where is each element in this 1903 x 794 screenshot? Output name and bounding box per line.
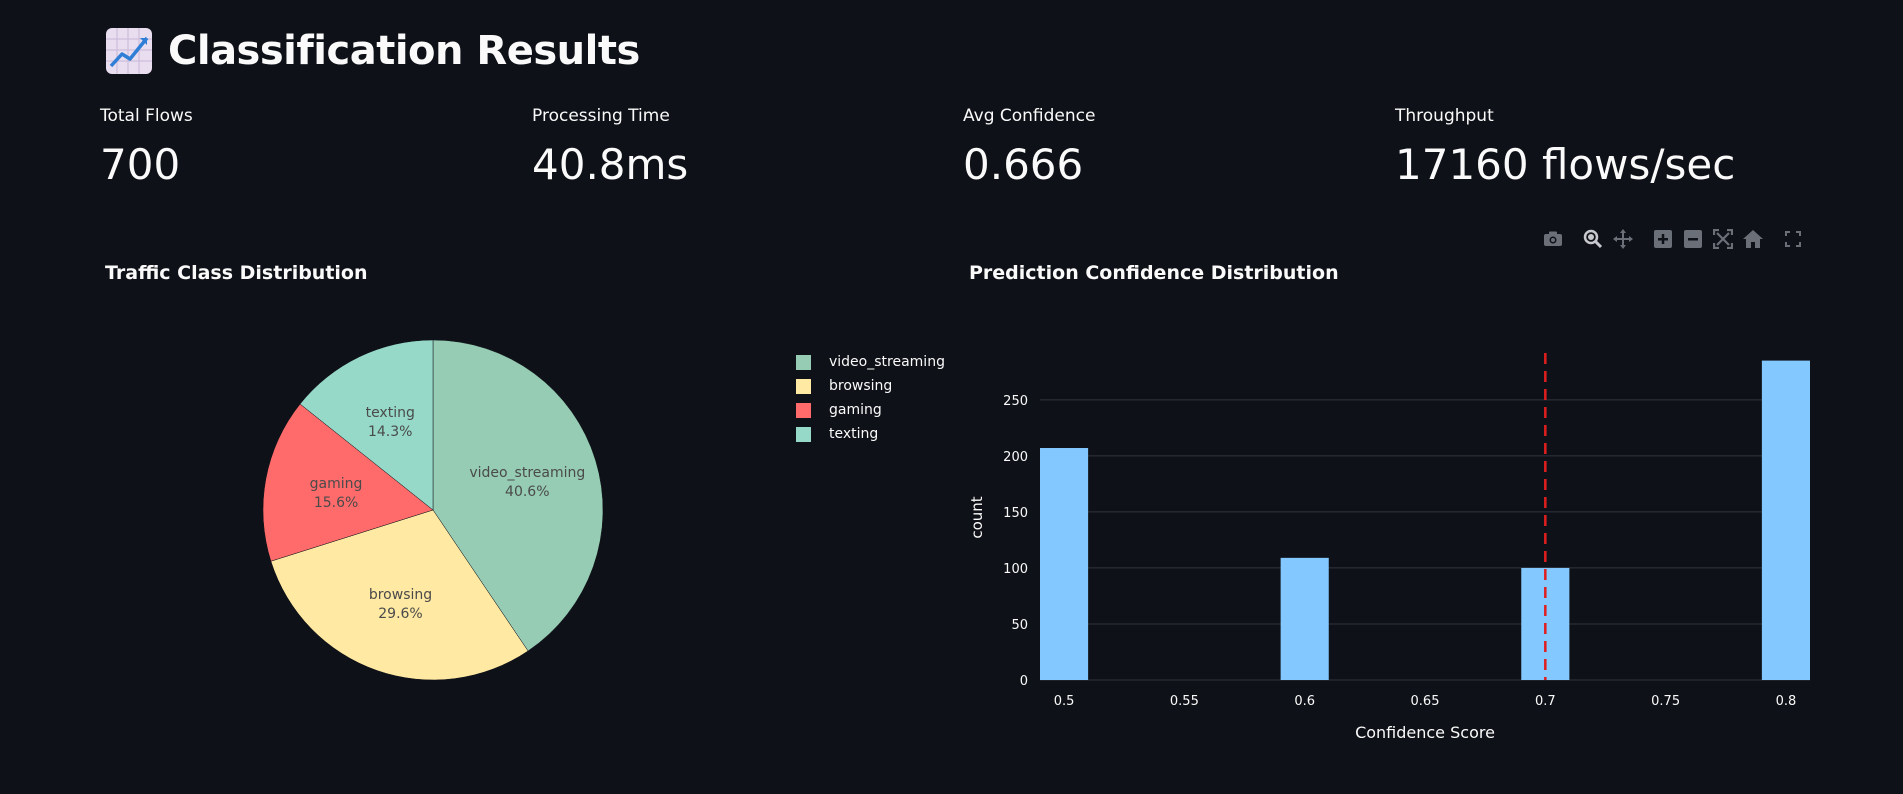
y-tick-label: 100	[1003, 562, 1028, 577]
page: Classification Results Total Flows 700 P…	[0, 0, 1903, 794]
metric-value: 17160 flows/sec	[1395, 140, 1736, 189]
metric-label: Throughput	[1395, 106, 1494, 126]
metric-value: 40.8ms	[532, 140, 689, 189]
zoom-out-icon[interactable]	[1678, 226, 1708, 252]
y-tick-label: 0	[1020, 674, 1028, 689]
chart-increasing-icon	[106, 28, 152, 74]
x-tick-label: 0.7	[1535, 694, 1556, 709]
metric-label: Total Flows	[100, 106, 193, 126]
pie-slice-label: gaming	[310, 476, 363, 492]
x-tick-label: 0.65	[1411, 694, 1440, 709]
histogram-bar[interactable]	[1040, 448, 1089, 680]
pan-icon[interactable]	[1608, 226, 1638, 252]
pie-slice-label: 29.6%	[378, 606, 422, 622]
metric-value: 0.666	[963, 140, 1084, 189]
legend-swatch	[796, 402, 811, 418]
legend-item[interactable]: browsing	[796, 374, 945, 398]
fullscreen-icon[interactable]	[1778, 226, 1808, 252]
autoscale-icon[interactable]	[1708, 226, 1738, 252]
y-tick-label: 250	[1003, 394, 1028, 409]
legend-swatch	[796, 378, 811, 394]
legend-item[interactable]: texting	[796, 422, 945, 446]
histogram-title: Prediction Confidence Distribution	[969, 262, 1339, 284]
y-tick-label: 150	[1003, 506, 1028, 521]
legend-label: video_streaming	[829, 354, 945, 370]
pie-slice-label: texting	[366, 405, 415, 421]
histogram-chart: 0 50 100 150 200 250 0.5 0.55 0.6 0.65 0.7 0.75 0.8 C…	[968, 353, 1810, 742]
pie-slice-label: 14.3%	[368, 424, 412, 440]
metric-total-flows: Total Flows 700	[100, 106, 193, 189]
pie-slice-label: browsing	[369, 587, 432, 603]
x-tick-label: 0.75	[1651, 694, 1680, 709]
x-tick-label: 0.55	[1170, 694, 1199, 709]
legend-swatch	[796, 354, 811, 370]
chart-modebar	[1538, 226, 1808, 252]
zoom-icon[interactable]	[1578, 226, 1608, 252]
page-title: Classification Results	[168, 28, 640, 74]
histogram-bar[interactable]	[1761, 360, 1810, 680]
pie-chart-title: Traffic Class Distribution	[105, 262, 368, 284]
metric-avg-confidence: Avg Confidence 0.666	[963, 106, 1095, 189]
legend-item[interactable]: video_streaming	[796, 350, 945, 374]
pie-slice-label: 15.6%	[314, 495, 358, 511]
legend-swatch	[796, 426, 811, 442]
reset-axes-icon[interactable]	[1738, 226, 1768, 252]
x-tick-label: 0.5	[1054, 694, 1075, 709]
legend-label: gaming	[829, 402, 882, 418]
metric-value: 700	[100, 140, 181, 189]
legend-item[interactable]: gaming	[796, 398, 945, 422]
y-axis-title: count	[968, 496, 986, 538]
x-axis-title: Confidence Score	[1355, 723, 1495, 742]
x-tick-label: 0.6	[1294, 694, 1315, 709]
histogram-bar[interactable]	[1280, 557, 1329, 680]
y-tick-label: 50	[1011, 618, 1028, 633]
pie-legend: video_streaming browsing gaming texting	[796, 350, 945, 446]
pie-slice-label: 40.6%	[505, 484, 549, 500]
camera-icon[interactable]	[1538, 226, 1568, 252]
legend-label: browsing	[829, 378, 893, 394]
legend-label: texting	[829, 426, 879, 442]
header: Classification Results	[106, 28, 640, 74]
y-tick-label: 200	[1003, 450, 1028, 465]
metric-label: Processing Time	[532, 106, 670, 126]
metric-label: Avg Confidence	[963, 106, 1096, 126]
x-tick-label: 0.8	[1776, 694, 1797, 709]
pie-chart: video_streaming 40.6% browsing 29.6% gaming 1…	[262, 339, 604, 681]
pie-slice-label: video_streaming	[469, 465, 585, 481]
metric-throughput: Throughput 17160 flows/sec	[1395, 106, 1735, 189]
metric-processing-time: Processing Time 40.8ms	[532, 106, 688, 189]
zoom-in-icon[interactable]	[1648, 226, 1678, 252]
